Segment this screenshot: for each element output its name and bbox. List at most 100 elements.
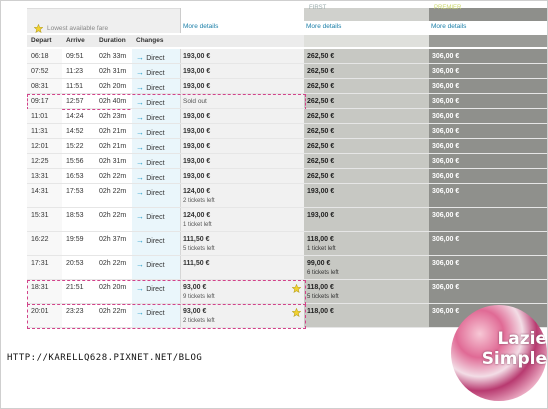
table-row[interactable]: 11:31 14:52 02h 21m → Direct 193,00 €262,50 …: [27, 124, 547, 139]
duration-cell: 02h 22m: [95, 256, 132, 279]
changes-cell: → Direct: [132, 109, 180, 123]
arrive-cell: 14:52: [62, 124, 95, 138]
more-details-link-standard[interactable]: More details: [183, 23, 218, 30]
table-row[interactable]: 12:01 15:22 02h 21m → Direct 193,00 €262,50 …: [27, 139, 547, 154]
standard-fare-price: 193,00 €: [183, 113, 211, 120]
premier-fare-cell[interactable]: 306,00 €: [429, 79, 547, 93]
depart-time: 11:31: [31, 128, 48, 135]
first-fare-price: 262,50 €: [307, 53, 335, 60]
arrive-time: 12:57: [66, 98, 84, 105]
table-row[interactable]: 16:22 19:59 02h 37m → Direct 111,50 €5 ticke…: [27, 232, 547, 256]
table-row[interactable]: 07:52 11:23 02h 31m → Direct 193,00 €262,50 …: [27, 64, 547, 79]
more-details-link-first[interactable]: More details: [304, 21, 429, 33]
standard-fare-cell[interactable]: 193,00 €: [180, 64, 304, 78]
table-row[interactable]: 06:18 09:51 02h 33m → Direct 193,00 €262,50 …: [27, 49, 547, 64]
standard-fare-cell[interactable]: 193,00 €: [180, 49, 304, 63]
standard-fare-cell[interactable]: 193,00 €: [180, 139, 304, 153]
table-row[interactable]: 15:31 18:53 02h 22m → Direct 124,00 €1 ticke…: [27, 208, 547, 232]
depart-time: 06:18: [31, 53, 49, 60]
depart-time: 14:31: [31, 188, 49, 195]
standard-fare-cell[interactable]: 124,00 € 1 ticket left: [180, 208, 304, 231]
table-row[interactable]: 11:01 14:24 02h 23m → Direct 193,00 €262,50 …: [27, 109, 547, 124]
premier-fare-cell[interactable]: 306,00 €: [429, 256, 547, 279]
premier-fare-cell[interactable]: 306,00 €: [429, 49, 547, 63]
first-fare-price: 262,50 €: [307, 83, 335, 90]
first-fare-cell[interactable]: 262,50 €: [304, 109, 429, 123]
first-fare-cell[interactable]: 262,50 €: [304, 64, 429, 78]
duration-cell: 02h 31m: [95, 154, 132, 168]
standard-fare-cell[interactable]: 193,00 €: [180, 169, 304, 183]
first-fare-cell[interactable]: 262,50 €: [304, 79, 429, 93]
standard-fare-cell[interactable]: Sold out: [180, 94, 304, 108]
depart-time: 09:17: [31, 98, 49, 105]
premier-fare-price: 306,00 €: [432, 53, 460, 60]
depart-time: 15:31: [31, 212, 49, 219]
premier-fare-price: 306,00 €: [432, 188, 460, 195]
first-fare-cell[interactable]: 262,50 €: [304, 94, 429, 108]
duration-cell: 02h 33m: [95, 49, 132, 63]
arrive-cell: 23:23: [62, 304, 95, 327]
standard-tickets-left: 2 tickets left: [183, 318, 215, 324]
first-fare-cell[interactable]: 193,00 €: [304, 208, 429, 231]
table-row[interactable]: 14:31 17:53 02h 22m → Direct 124,00 €2 ticke…: [27, 184, 547, 208]
duration-cell: 02h 20m: [95, 280, 132, 303]
premier-fare-cell[interactable]: 306,00 €: [429, 154, 547, 168]
duration-cell: 02h 21m: [95, 139, 132, 153]
first-fare-cell[interactable]: 99,00 € 6 tickets left: [304, 256, 429, 279]
standard-fare-cell[interactable]: 193,00 €: [180, 124, 304, 138]
premier-fare-cell[interactable]: 306,00 €: [429, 64, 547, 78]
more-details-link-premier[interactable]: More details: [429, 21, 547, 33]
changes-value: Direct: [146, 238, 165, 245]
premier-fare-price: 306,00 €: [432, 128, 460, 135]
first-fare-cell[interactable]: 262,50 €: [304, 49, 429, 63]
standard-fare-cell[interactable]: 124,00 € 2 tickets left: [180, 184, 304, 207]
standard-fare-cell[interactable]: 111,50 €: [180, 256, 304, 279]
direct-arrow-icon: →: [136, 113, 147, 122]
depart-time: 11:01: [31, 113, 48, 120]
standard-fare-price: 193,00 €: [183, 53, 211, 60]
arrive-time: 15:22: [66, 143, 84, 150]
first-tickets-left: 5 tickets left: [307, 294, 339, 300]
premier-fare-cell[interactable]: 306,00 €: [429, 169, 547, 183]
standard-fare-cell[interactable]: 93,00 € 2 tickets left: [180, 304, 304, 327]
premier-fare-cell[interactable]: 306,00 €: [429, 280, 547, 303]
table-row[interactable]: 17:31 20:53 02h 22m → Direct 111,50 €99,00 €…: [27, 256, 547, 280]
premier-fare-cell[interactable]: 306,00 €: [429, 139, 547, 153]
standard-fare-cell[interactable]: 193,00 €: [180, 154, 304, 168]
first-fare-cell[interactable]: 193,00 €: [304, 184, 429, 207]
changes-value: Direct: [146, 190, 165, 197]
column-header-duration: Duration: [95, 35, 132, 47]
first-fare-cell[interactable]: 118,00 € 5 tickets left: [304, 280, 429, 303]
table-row[interactable]: 13:31 16:53 02h 22m → Direct 193,00 €262,50 …: [27, 169, 547, 184]
premier-fare-cell[interactable]: 306,00 €: [429, 184, 547, 207]
first-fare-cell[interactable]: 118,00 € 1 ticket left: [304, 232, 429, 255]
first-fare-cell[interactable]: 262,50 €: [304, 124, 429, 138]
table-row[interactable]: 18:31 21:51 02h 20m → Direct 93,00 €9 ticket…: [27, 280, 547, 305]
fare-rows: 06:18 09:51 02h 33m → Direct 193,00 €262,50 …: [27, 49, 547, 329]
standard-fare-cell[interactable]: 193,00 €: [180, 109, 304, 123]
first-fare-cell[interactable]: 262,50 €: [304, 169, 429, 183]
first-fare-cell[interactable]: 262,50 €: [304, 154, 429, 168]
premier-fare-cell[interactable]: 306,00 €: [429, 232, 547, 255]
arrive-time: 14:52: [66, 128, 84, 135]
depart-time: 18:31: [31, 284, 49, 291]
duration-cell: 02h 22m: [95, 208, 132, 231]
first-fare-cell[interactable]: 118,00 €: [304, 304, 429, 327]
arrive-cell: 11:51: [62, 79, 95, 93]
table-row[interactable]: 08:31 11:51 02h 20m → Direct 193,00 €262,50 …: [27, 79, 547, 94]
premier-fare-cell[interactable]: 306,00 €: [429, 208, 547, 231]
standard-fare-cell[interactable]: 93,00 € 9 tickets left: [180, 280, 304, 303]
arrive-cell: 18:53: [62, 208, 95, 231]
arrive-time: 16:53: [66, 173, 84, 180]
table-row[interactable]: 09:17 12:57 02h 40m → Direct Sold out 262,50 …: [27, 94, 547, 110]
standard-fare-cell[interactable]: 193,00 €: [180, 79, 304, 93]
standard-fare-cell[interactable]: 111,50 € 5 tickets left: [180, 232, 304, 255]
changes-value: Direct: [146, 160, 165, 167]
premier-fare-cell[interactable]: 306,00 €: [429, 109, 547, 123]
premier-fare-cell[interactable]: 306,00 €: [429, 94, 547, 108]
arrive-cell: 15:22: [62, 139, 95, 153]
premier-fare-price: 306,00 €: [432, 260, 460, 267]
first-fare-cell[interactable]: 262,50 €: [304, 139, 429, 153]
premier-fare-cell[interactable]: 306,00 €: [429, 124, 547, 138]
table-row[interactable]: 12:25 15:56 02h 31m → Direct 193,00 €262,50 …: [27, 154, 547, 169]
